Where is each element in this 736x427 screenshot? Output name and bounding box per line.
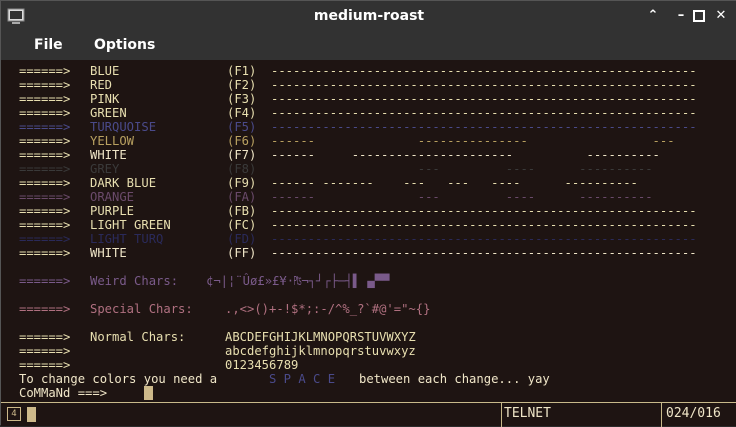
title-bar[interactable]: medium-roast ⌃ – ✕ (1, 1, 736, 32)
row-arrow: ======> (19, 204, 71, 218)
row-arrow: ======> (19, 120, 71, 134)
row-function-key: (FB) (227, 204, 257, 218)
row-color-name: PURPLE (90, 204, 135, 218)
row-dashes: ----------------------------------------… (271, 64, 697, 78)
row-dashes: --- ---- ---------- (271, 162, 653, 176)
row-function-key: (F9) (227, 176, 257, 190)
row-function-key: (F3) (227, 92, 257, 106)
row-function-key: (FA) (227, 190, 257, 204)
arrow: ======> (19, 330, 71, 344)
row-dashes: ------ --------------- --- (271, 134, 675, 148)
row-arrow: ======> (19, 78, 71, 92)
row-arrow: ======> (19, 134, 71, 148)
instructions-space: S P A C E (269, 372, 336, 386)
row-arrow: ======> (19, 162, 71, 176)
row-arrow: ======> (19, 232, 71, 246)
instructions-line: To change colors you need a S P A C E be… (1, 372, 550, 386)
terminal-window: medium-roast ⌃ – ✕ File Options ======> B… (0, 0, 736, 427)
terminal-screen[interactable]: ======> BLUE (F1) -------------------------… (1, 60, 736, 402)
row-color-name: BLUE (90, 64, 120, 78)
command-prompt: CoMMaNd ===> (19, 386, 108, 400)
row-color-name: WHITE (90, 148, 127, 162)
row-arrow: ======> (19, 246, 71, 260)
row-arrow: ======> (19, 218, 71, 232)
command-prompt-line[interactable]: CoMMaNd ===> (1, 386, 153, 400)
arrow: ======> (19, 344, 71, 358)
row-arrow: ======> (19, 190, 71, 204)
status-mode: TELNET (504, 406, 551, 421)
row-dashes: ----------------------------------------… (271, 106, 697, 120)
menu-bar: File Options (1, 32, 736, 86)
row-dashes: ----------------------------------------… (271, 78, 697, 92)
special-chars: .,<>()+-!$*;:-/^%_?`#@'="~{} (225, 302, 431, 316)
row-function-key: (F7) (227, 148, 257, 162)
row-dashes: ------ ---------------------- ---------- (271, 148, 660, 162)
row-function-key: (F1) (227, 64, 257, 78)
connection-icon: 4 (7, 407, 21, 421)
weird-chars: ¢¬|¦¨Ûø£»£¥·₧¬┐┘┌├─┤▌ ▄▀▀ (206, 274, 390, 288)
weird-label: Weird Chars: (90, 274, 179, 288)
row-color-name: LIGHT GREEN (90, 218, 171, 232)
divider (501, 403, 502, 427)
status-bar: 4 TELNET 024/016 (1, 402, 736, 427)
row-function-key: (FF) (227, 246, 257, 260)
row-color-name: LIGHT TURQ (90, 232, 164, 246)
divider (661, 403, 662, 427)
normal-chars-line-3: ======> 0123456789 (1, 358, 298, 372)
menu-options[interactable]: Options (94, 37, 155, 53)
normal-chars-line-2: ======> abcdefghijklmnopqrstuvwxyz (1, 344, 416, 358)
row-arrow: ======> (19, 176, 71, 190)
normal-chars-line-1: ======> Normal Chars: ABCDEFGHIJKLMNOPQR… (1, 330, 416, 344)
row-color-name: GREY (90, 162, 120, 176)
row-dashes: ------ ------- --- --- ---- ---------- (271, 176, 638, 190)
special-chars-line: ======> Special Chars: .,<>()+-!$*;:-/^%… (1, 302, 430, 316)
status-position: 024/016 (666, 406, 721, 421)
row-dashes: ----------------------------------------… (271, 232, 697, 246)
row-dashes: ----------------------------------------… (271, 246, 697, 260)
row-color-name: YELLOW (90, 134, 135, 148)
row-color-name: RED (90, 78, 113, 92)
minimize-button[interactable]: – (671, 6, 691, 26)
normal-digits: 0123456789 (225, 358, 299, 372)
special-label: Special Chars: (90, 302, 193, 316)
text-cursor (144, 386, 153, 400)
row-function-key: (FD) (227, 232, 257, 246)
row-function-key: (F6) (227, 134, 257, 148)
row-color-name: DARK BLUE (90, 176, 157, 190)
row-function-key: (F4) (227, 106, 257, 120)
arrow: ======> (19, 274, 71, 288)
instructions-part2: between each change... yay (359, 372, 550, 386)
collapse-icon[interactable]: ⌃ (643, 6, 663, 26)
row-function-key: (F2) (227, 78, 257, 92)
close-button[interactable]: ✕ (711, 6, 731, 26)
row-color-name: WHITE (90, 246, 127, 260)
menu-file[interactable]: File (34, 37, 63, 53)
row-arrow: ======> (19, 148, 71, 162)
row-dashes: ----------------------------------------… (271, 204, 697, 218)
row-function-key: (F8) (227, 162, 257, 176)
row-color-name: GREEN (90, 106, 127, 120)
row-arrow: ======> (19, 106, 71, 120)
status-cursor-indicator (27, 407, 36, 422)
row-dashes: ------ --- ---- ---------- (271, 190, 653, 204)
maximize-button[interactable] (689, 6, 709, 26)
normal-label: Normal Chars: (90, 330, 186, 344)
row-arrow: ======> (19, 64, 71, 78)
row-dashes: ----------------------------------------… (271, 120, 697, 134)
window-title: medium-roast (313, 8, 425, 24)
row-function-key: (FC) (227, 218, 257, 232)
weird-chars-line: ======> Weird Chars: ¢¬|¦¨Ûø£»£¥·₧¬┐┘┌├─… (1, 274, 389, 288)
instructions-part1: To change colors you need a (19, 372, 218, 386)
row-dashes: ----------------------------------------… (271, 218, 697, 232)
row-color-name: TURQUOISE (90, 120, 157, 134)
row-color-name: ORANGE (90, 190, 135, 204)
row-function-key: (F5) (227, 120, 257, 134)
row-arrow: ======> (19, 92, 71, 106)
normal-upper: ABCDEFGHIJKLMNOPQRSTUVWXYZ (225, 330, 416, 344)
row-color-name: PINK (90, 92, 120, 106)
normal-lower: abcdefghijklmnopqrstuvwxyz (225, 344, 416, 358)
arrow: ======> (19, 358, 71, 372)
arrow: ======> (19, 302, 71, 316)
row-dashes: ----------------------------------------… (271, 92, 697, 106)
